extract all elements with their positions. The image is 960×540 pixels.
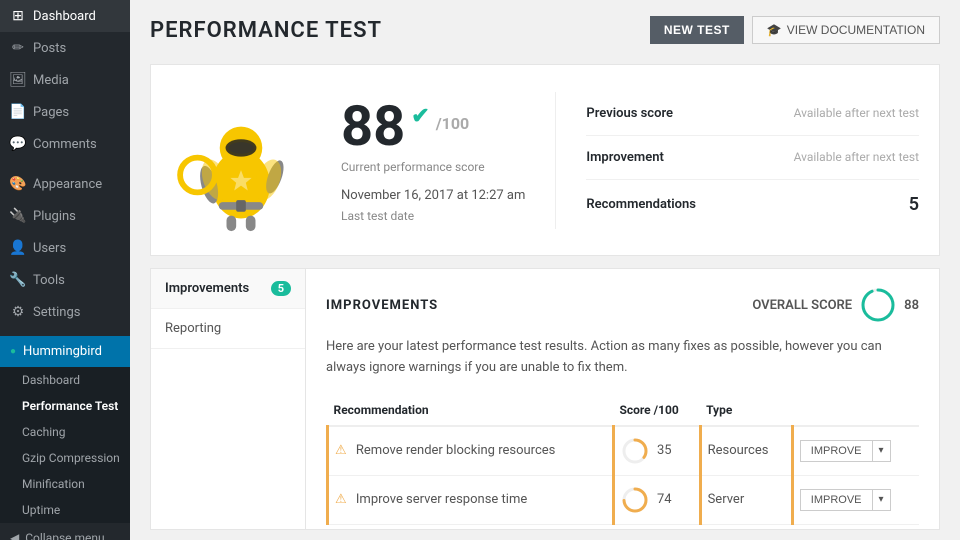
new-test-button[interactable]: NEW TEST	[650, 16, 744, 44]
overall-score: OVERALL SCORE 88	[752, 287, 919, 323]
warning-icon: ⚠	[335, 443, 347, 458]
mascot-image	[176, 88, 306, 233]
comments-icon: 💬	[10, 136, 26, 152]
col-action	[792, 395, 919, 426]
dashboard-icon: ⊞	[10, 8, 26, 24]
collapse-menu-button[interactable]: ◀ Collapse menu	[0, 523, 130, 540]
sidebar-item-performance-test[interactable]: Performance Test	[0, 393, 130, 419]
score-card: 88 ✔ /100 Current performance score Nove…	[150, 64, 940, 256]
panel-title: IMPROVEMENTS	[326, 298, 438, 313]
sidebar-item-users[interactable]: 👤 Users	[0, 232, 130, 264]
sidebar-item-pages[interactable]: 📄 Pages	[0, 96, 130, 128]
stat-improvement: Improvement Available after next test	[586, 136, 919, 180]
content-area: 88 ✔ /100 Current performance score Nove…	[130, 54, 960, 540]
score-circle-2	[621, 486, 649, 514]
sidebar-item-minification[interactable]: Minification	[0, 471, 130, 497]
score-date: November 16, 2017 at 12:27 am	[341, 188, 525, 203]
main-content: PERFORMANCE TEST NEW TEST 🎓 VIEW DOCUMEN…	[130, 0, 960, 540]
hummingbird-icon: ●	[10, 346, 16, 357]
sidebar-item-settings[interactable]: ⚙ Settings	[0, 296, 130, 328]
sidebar-item-comments[interactable]: 💬 Comments	[0, 128, 130, 160]
sidebar: ⊞ Dashboard ✏ Posts 🖼 Media 📄 Pages 💬 Co…	[0, 0, 130, 540]
overall-score-circle	[860, 287, 896, 323]
stat-previous-score: Previous score Available after next test	[586, 92, 919, 136]
rec-name: ⚠ Improve server response time	[328, 475, 614, 524]
improve-button-group: IMPROVE ▾	[800, 440, 913, 462]
sidebar-item-posts[interactable]: ✏ Posts	[0, 32, 130, 64]
mascot-area	[171, 85, 311, 235]
left-tabs: Improvements 5 Reporting	[151, 269, 306, 529]
sidebar-item-tools[interactable]: 🔧 Tools	[0, 264, 130, 296]
tab-reporting[interactable]: Reporting	[151, 309, 305, 349]
score-stats: Previous score Available after next test…	[555, 92, 919, 229]
tab-improvements[interactable]: Improvements 5	[151, 269, 305, 309]
improve-button-group-2: IMPROVE ▾	[800, 489, 913, 511]
improve-button-2[interactable]: IMPROVE	[800, 489, 873, 511]
sidebar-item-caching[interactable]: Caching	[0, 419, 130, 445]
page-header: PERFORMANCE TEST NEW TEST 🎓 VIEW DOCUMEN…	[130, 0, 960, 54]
settings-icon: ⚙	[10, 304, 26, 320]
recommendations-table: Recommendation Score /100 Type ⚠ Remove …	[326, 395, 919, 525]
plugins-icon: 🔌	[10, 208, 26, 224]
panel-description: Here are your latest performance test re…	[326, 337, 919, 379]
rec-type: Server	[700, 475, 792, 524]
sidebar-item-hb-dashboard[interactable]: Dashboard	[0, 367, 130, 393]
sidebar-item-plugins[interactable]: 🔌 Plugins	[0, 200, 130, 232]
sidebar-item-appearance[interactable]: 🎨 Appearance	[0, 168, 130, 200]
rec-score: 35	[613, 426, 700, 476]
sidebar-item-dashboard[interactable]: ⊞ Dashboard	[0, 0, 130, 32]
score-circle	[621, 437, 649, 465]
posts-icon: ✏	[10, 40, 26, 56]
hummingbird-section: ● Hummingbird Dashboard Performance Test…	[0, 336, 130, 523]
check-icon: ✔	[411, 106, 429, 128]
hummingbird-header[interactable]: ● Hummingbird	[0, 336, 130, 367]
right-panel: IMPROVEMENTS OVERALL SCORE 88 Here are y…	[306, 269, 939, 529]
panel-header: IMPROVEMENTS OVERALL SCORE 88	[326, 287, 919, 323]
rec-action: IMPROVE ▾	[792, 475, 919, 524]
improve-dropdown-arrow-2[interactable]: ▾	[873, 489, 891, 511]
tools-icon: 🔧	[10, 272, 26, 288]
score-display: 88 ✔ /100	[341, 98, 525, 154]
bottom-section: Improvements 5 Reporting IMPROVEMENTS OV…	[150, 268, 940, 530]
sidebar-item-media[interactable]: 🖼 Media	[0, 64, 130, 96]
improve-button[interactable]: IMPROVE	[800, 440, 873, 462]
sidebar-item-uptime[interactable]: Uptime	[0, 497, 130, 523]
score-label: Current performance score	[341, 160, 525, 174]
appearance-icon: 🎨	[10, 176, 26, 192]
col-type: Type	[700, 395, 792, 426]
table-row: ⚠ Remove render blocking resources 35	[328, 426, 920, 476]
view-docs-button[interactable]: 🎓 VIEW DOCUMENTATION	[752, 16, 940, 44]
table-row: ⚠ Improve server response time 74	[328, 475, 920, 524]
header-buttons: NEW TEST 🎓 VIEW DOCUMENTATION	[650, 16, 940, 44]
media-icon: 🖼	[10, 72, 26, 88]
graduation-icon: 🎓	[767, 23, 782, 37]
improve-dropdown-arrow[interactable]: ▾	[873, 440, 891, 462]
collapse-icon: ◀	[10, 531, 19, 540]
rec-action: IMPROVE ▾	[792, 426, 919, 476]
rec-type: Resources	[700, 426, 792, 476]
col-score: Score /100	[613, 395, 700, 426]
improvements-badge: 5	[271, 281, 291, 296]
sidebar-item-gzip[interactable]: Gzip Compression	[0, 445, 130, 471]
warning-icon: ⚠	[335, 492, 347, 507]
pages-icon: 📄	[10, 104, 26, 120]
users-icon: 👤	[10, 240, 26, 256]
stat-recommendations: Recommendations 5	[586, 180, 919, 229]
page-title: PERFORMANCE TEST	[150, 18, 382, 43]
rec-score: 74	[613, 475, 700, 524]
score-date-label: Last test date	[341, 209, 525, 223]
score-section: 88 ✔ /100 Current performance score Nove…	[341, 98, 525, 223]
rec-name: ⚠ Remove render blocking resources	[328, 426, 614, 476]
col-recommendation: Recommendation	[328, 395, 614, 426]
